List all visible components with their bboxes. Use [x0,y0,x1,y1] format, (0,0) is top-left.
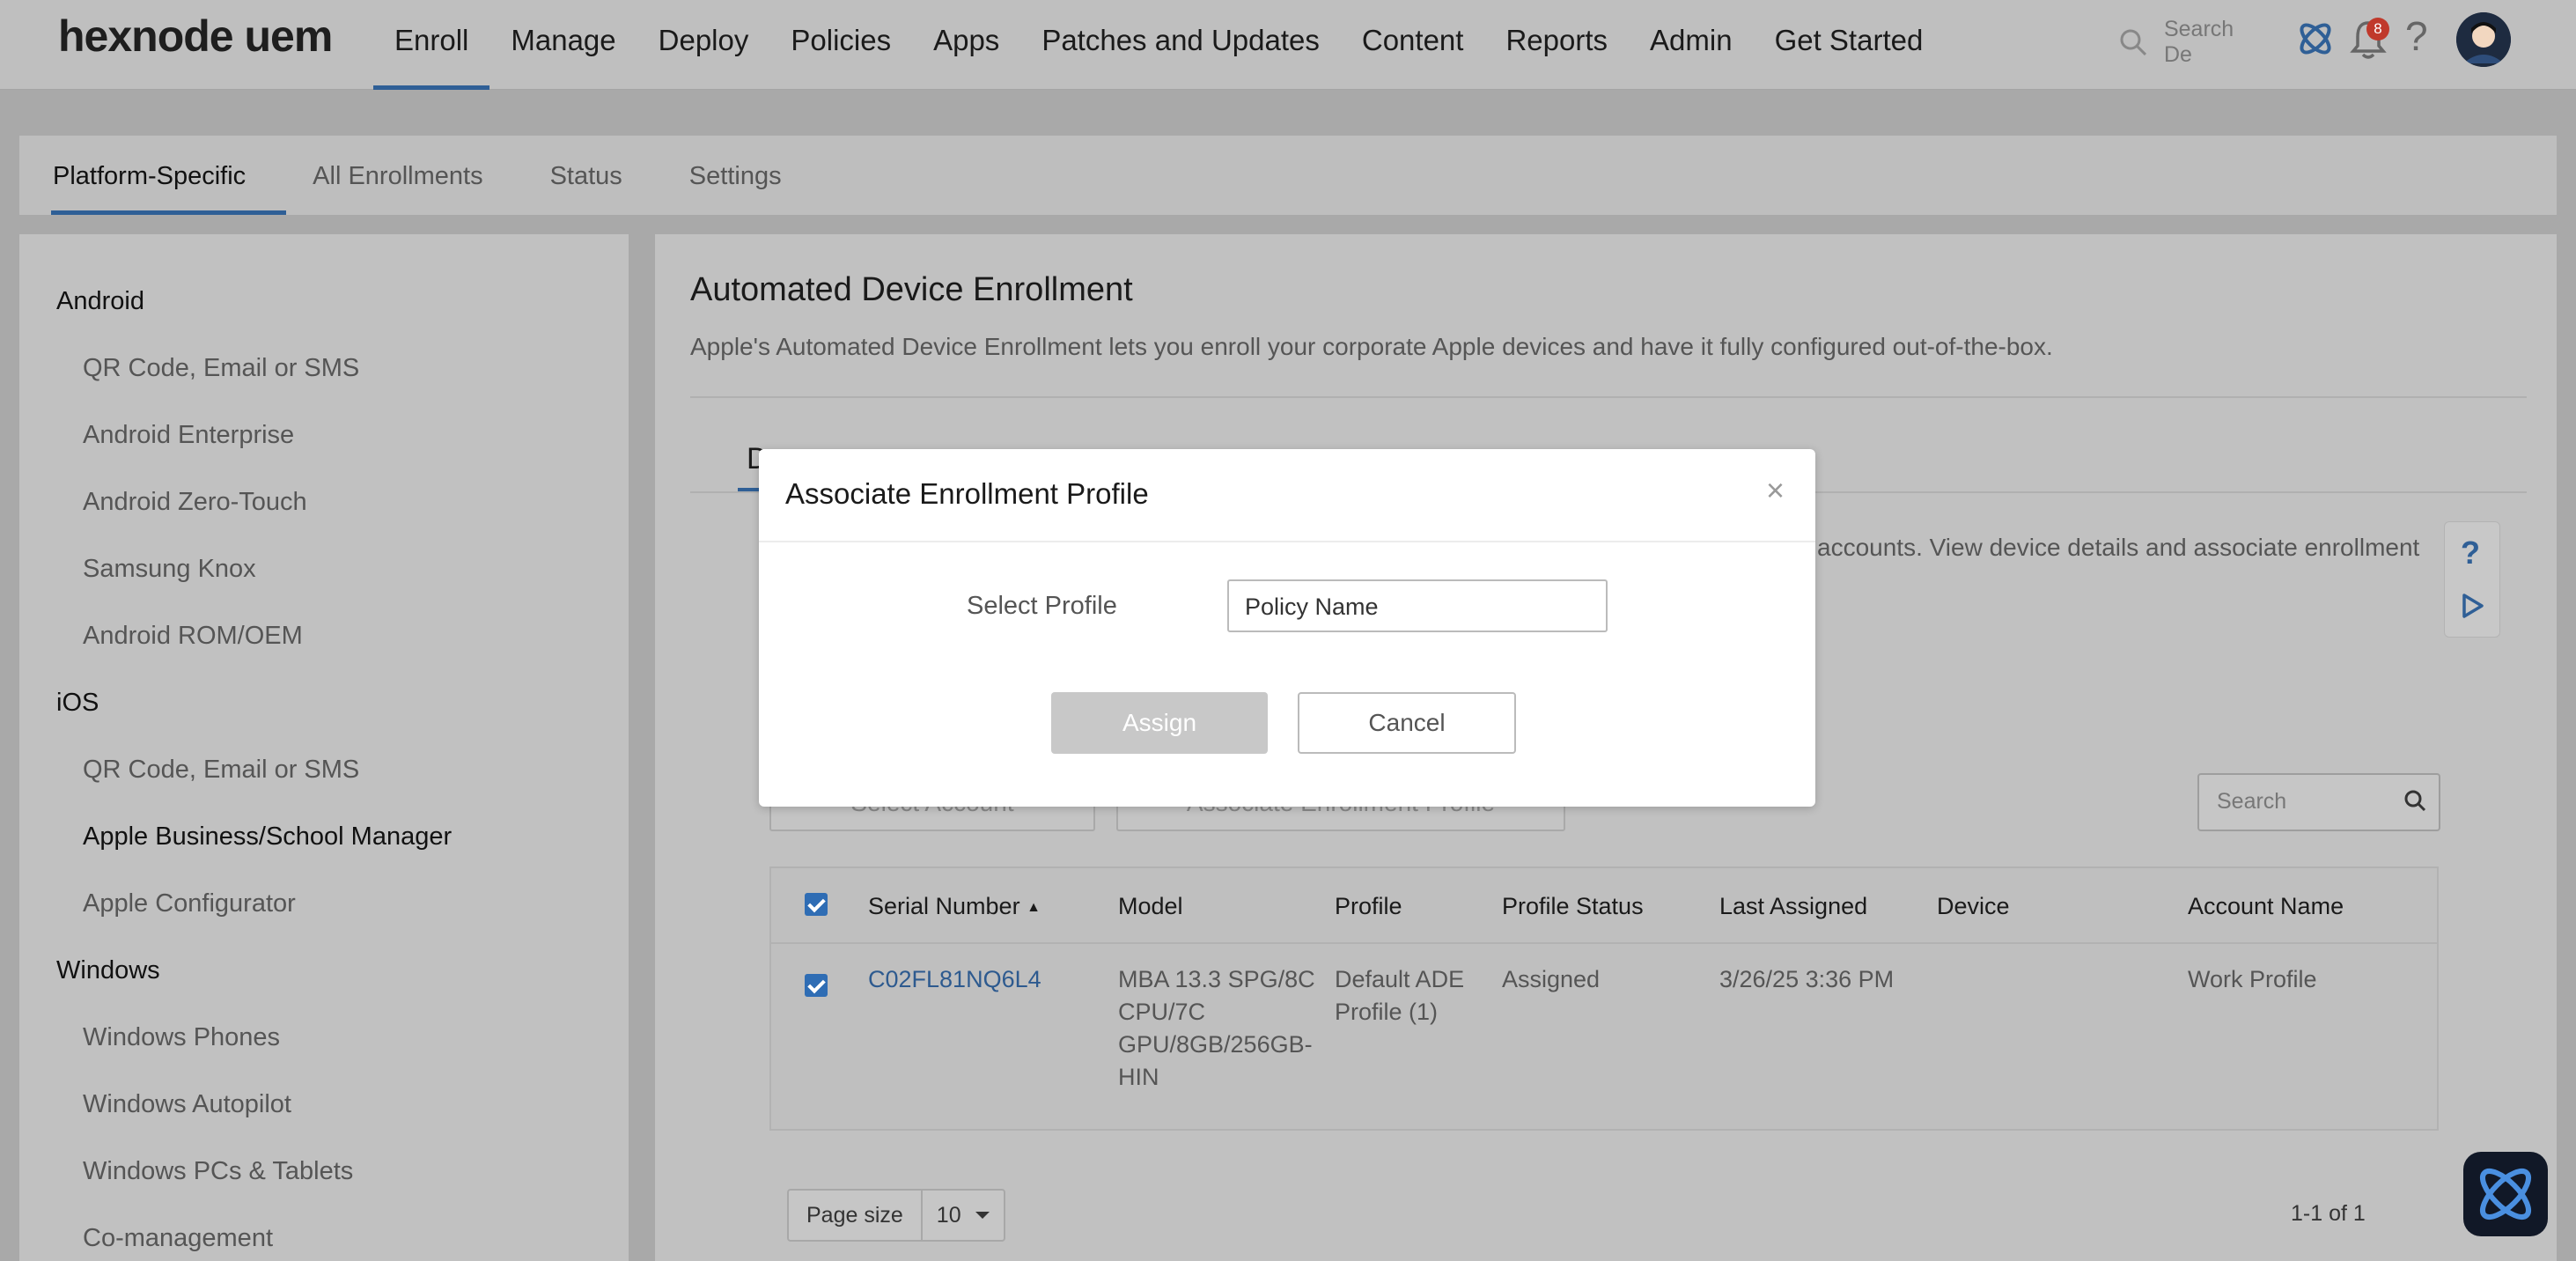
ai-assistant-icon [2480,1169,2531,1220]
search-icon [2120,29,2147,56]
page-size-select[interactable]: Page size 10 [787,1189,1005,1242]
nav-apps[interactable]: Apps [912,0,1020,90]
nav-manage[interactable]: Manage [489,0,637,90]
col-serial-number-label: Serial Number [868,893,1020,919]
assign-button[interactable]: Assign [1051,692,1268,754]
user-avatar-icon [2456,12,2511,67]
profile-status-cell: Assigned [1502,966,1601,992]
select-all-checkbox[interactable] [805,893,828,916]
nav-patches-updates[interactable]: Patches and Updates [1020,0,1341,90]
tab-platform-specific[interactable]: Platform-Specific [19,136,287,215]
profile-cell: Default ADE Profile (1) [1335,963,1464,1029]
profile-line: Default ADE [1335,966,1465,992]
tab-settings[interactable]: Settings [656,136,815,215]
model-line: CPU/7C [1118,999,1206,1025]
global-search-placeholder: Search De [2163,17,2234,67]
hexnode-logo[interactable]: hexnode uem [58,11,333,62]
page-size-value[interactable]: 10 [923,1191,1004,1240]
col-profile[interactable]: Profile [1335,893,1402,920]
sidebar-item-windows-pcs-tablets[interactable]: Windows PCs & Tablets [83,1157,353,1186]
table-header: Serial Number ▲ Model Profile Profile St… [771,868,2437,944]
modal-header: Associate Enrollment Profile × [759,449,1815,542]
nav-admin[interactable]: Admin [1629,0,1754,90]
nav-policies[interactable]: Policies [769,0,912,90]
select-profile-input[interactable]: Policy Name [1227,579,1608,632]
sidebar-item-apple-configurator[interactable]: Apple Configurator [83,889,296,918]
page-description: Apple's Automated Device Enrollment lets… [690,333,2053,360]
help-icon[interactable]: ? [2405,12,2428,60]
notification-badge: 8 [2366,18,2389,41]
devices-table: Serial Number ▲ Model Profile Profile St… [769,866,2439,1131]
sidebar-item-android-rom-oem[interactable]: Android ROM/OEM [83,622,303,651]
profile-line: Profile (1) [1335,999,1439,1025]
account-name-cell: Work Profile [2188,966,2317,992]
last-assigned-cell: 3/26/25 3:36 PM [1719,966,1895,992]
row-checkbox[interactable] [805,974,828,997]
col-serial-number[interactable]: Serial Number ▲ [868,893,1041,920]
sidebar-item-android-zero-touch[interactable]: Android Zero-Touch [83,488,307,517]
serial-number-link[interactable]: C02FL81NQ6L4 [868,963,1041,996]
sidebar-item-android-qr[interactable]: QR Code, Email or SMS [83,354,359,383]
sidebar-item-android-enterprise[interactable]: Android Enterprise [83,421,294,450]
model-cell: MBA 13.3 SPG/8C CPU/7C GPU/8GB/256GB- HI… [1118,963,1315,1094]
nav-content[interactable]: Content [1341,0,1485,90]
tab-status[interactable]: Status [517,136,656,215]
cancel-button[interactable]: Cancel [1298,692,1516,754]
play-icon[interactable] [2461,593,2485,619]
sidebar-heading-ios: iOS [56,689,99,717]
col-device[interactable]: Device [1937,893,2010,920]
sidebar-item-apple-business-manager[interactable]: Apple Business/School Manager [83,822,452,852]
select-profile-value: Policy Name [1245,594,1379,620]
associate-profile-modal: Associate Enrollment Profile × Select Pr… [759,449,1815,807]
page-size-number: 10 [936,1203,961,1228]
nav-enroll[interactable]: Enroll [373,0,490,90]
page-title: Automated Device Enrollment [690,271,1133,308]
sidebar-heading-windows: Windows [56,956,160,984]
sidebar-heading-android: Android [56,287,144,315]
ai-assistant-icon[interactable] [2294,18,2337,60]
help-panel: ? [2444,521,2500,638]
chevron-down-icon [975,1212,990,1219]
nav-reports[interactable]: Reports [1484,0,1629,90]
search-icon[interactable] [2403,789,2426,812]
pagination-range: 1-1 of 1 [2291,1201,2366,1226]
model-line: HIN [1118,1064,1159,1090]
col-last-assigned[interactable]: Last Assigned [1719,893,1867,920]
nav-get-started[interactable]: Get Started [1754,0,1945,90]
page-size-label: Page size [789,1191,923,1240]
modal-title: Associate Enrollment Profile [785,477,1149,510]
col-profile-status[interactable]: Profile Status [1502,893,1644,920]
col-account-name[interactable]: Account Name [2188,893,2344,920]
sidebar-item-ios-qr[interactable]: QR Code, Email or SMS [83,756,359,785]
divider [690,396,2527,398]
close-icon[interactable]: × [1766,472,1785,509]
sidebar-item-windows-phones[interactable]: Windows Phones [83,1023,280,1052]
col-model[interactable]: Model [1118,893,1183,920]
model-line: MBA 13.3 SPG/8C [1118,966,1315,992]
sidebar-item-samsung-knox[interactable]: Samsung Knox [83,555,256,584]
enroll-subtabs: Platform-Specific All Enrollments Status… [19,136,2557,215]
avatar[interactable] [2456,12,2511,67]
table-search-input[interactable]: Search [2197,773,2440,831]
info-text: accounts. View device details and associ… [1817,534,2420,561]
sidebar-item-windows-autopilot[interactable]: Windows Autopilot [83,1090,291,1119]
platform-sidebar: Android QR Code, Email or SMS Android En… [19,234,629,1261]
select-profile-label: Select Profile [967,592,1117,620]
chat-assistant-button[interactable] [2463,1152,2548,1236]
help-question-icon[interactable]: ? [2461,535,2480,572]
global-search[interactable]: Search De [2118,17,2268,67]
sort-asc-icon: ▲ [1027,899,1041,915]
model-line: GPU/8GB/256GB- [1118,1031,1313,1058]
sidebar-item-co-management[interactable]: Co-management [83,1224,273,1253]
table-search-placeholder: Search [2217,789,2287,814]
main-nav: Enroll Manage Deploy Policies Apps Patch… [373,0,1944,90]
tab-all-enrollments[interactable]: All Enrollments [279,136,516,215]
nav-deploy[interactable]: Deploy [637,0,770,90]
